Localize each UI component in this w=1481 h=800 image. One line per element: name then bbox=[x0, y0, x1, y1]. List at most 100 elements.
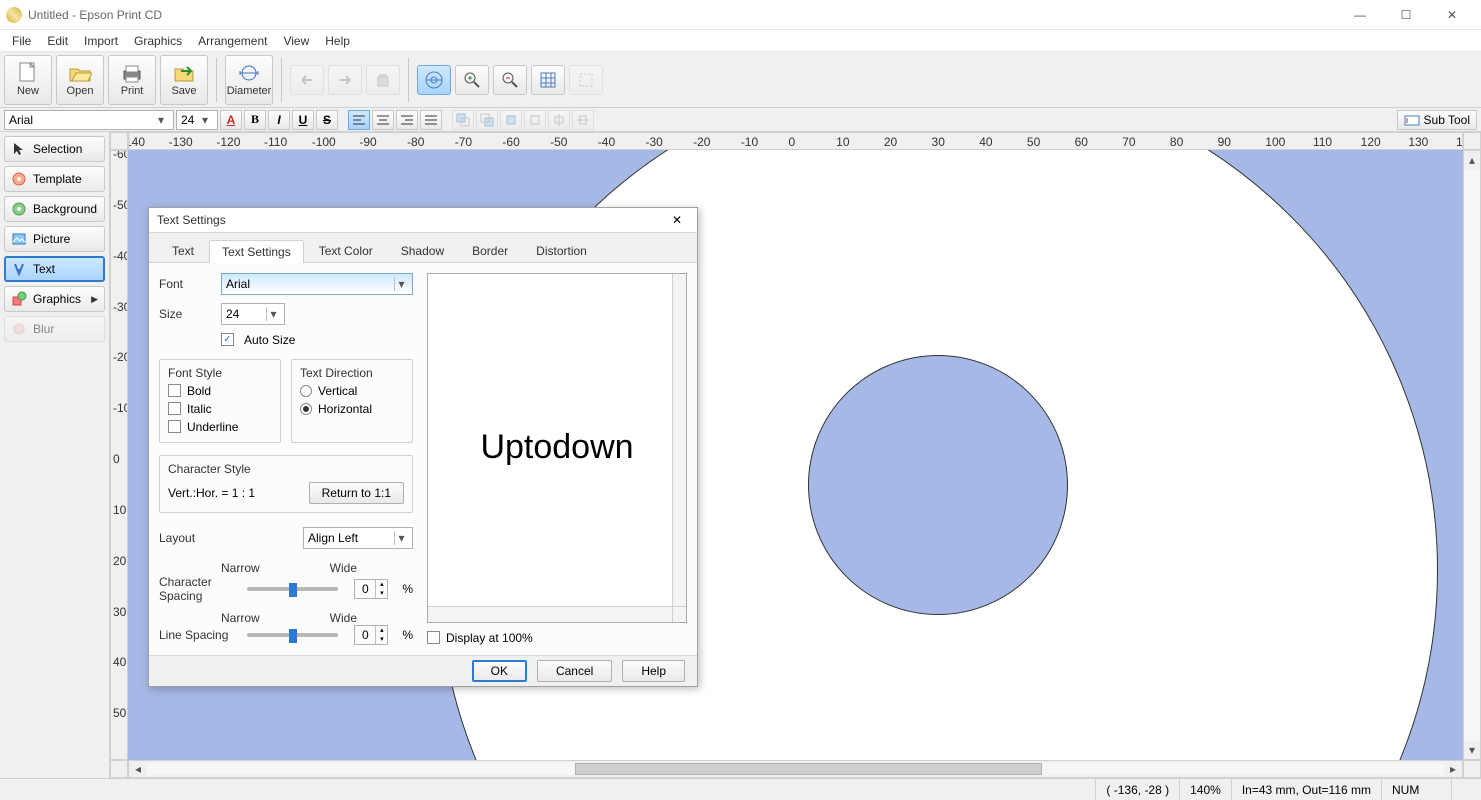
bold-button[interactable]: B bbox=[244, 110, 266, 130]
font-combo[interactable]: Arial ▾ bbox=[4, 110, 174, 130]
size-combo[interactable]: 24 ▾ bbox=[176, 110, 218, 130]
maximize-button[interactable]: ☐ bbox=[1383, 0, 1429, 30]
zoom-out-button[interactable] bbox=[493, 65, 527, 95]
scroll-track[interactable] bbox=[147, 763, 1444, 775]
send-back-button[interactable] bbox=[476, 110, 498, 130]
line-spacing-slider[interactable] bbox=[247, 633, 338, 637]
sidebar-item-template[interactable]: Template bbox=[4, 166, 105, 192]
align-right-button[interactable] bbox=[396, 110, 418, 130]
toolbar-separator bbox=[408, 58, 409, 102]
font-select[interactable]: Arial ▾ bbox=[221, 273, 413, 295]
delete-button[interactable] bbox=[366, 65, 400, 95]
italic-checkbox[interactable] bbox=[168, 402, 181, 415]
slider-knob[interactable] bbox=[289, 629, 297, 643]
scroll-right-arrow-icon[interactable]: ▸ bbox=[1444, 760, 1462, 778]
sidebar-item-selection[interactable]: Selection bbox=[4, 136, 105, 162]
diameter-icon bbox=[237, 63, 261, 83]
return-1-1-button[interactable]: Return to 1:1 bbox=[309, 482, 404, 504]
scroll-up-arrow-icon[interactable]: ▴ bbox=[1464, 151, 1480, 169]
menu-help[interactable]: Help bbox=[317, 32, 358, 50]
tab-shadow[interactable]: Shadow bbox=[388, 239, 457, 262]
dialog-close-button[interactable]: ✕ bbox=[665, 209, 689, 231]
preview-hscroll[interactable] bbox=[428, 606, 672, 622]
zoom-in-button[interactable] bbox=[455, 65, 489, 95]
bring-forward-button[interactable] bbox=[500, 110, 522, 130]
ok-button[interactable]: OK bbox=[472, 660, 527, 682]
open-button[interactable]: Open bbox=[56, 55, 104, 105]
display-100-checkbox[interactable] bbox=[427, 631, 440, 644]
align-justify-button[interactable] bbox=[420, 110, 442, 130]
spin-up-icon[interactable]: ▴ bbox=[375, 626, 387, 635]
bold-checkbox[interactable] bbox=[168, 384, 181, 397]
italic-button[interactable]: I bbox=[268, 110, 290, 130]
print-button[interactable]: Print bbox=[108, 55, 156, 105]
subtool-button[interactable]: Sub Tool bbox=[1397, 110, 1477, 130]
minimize-button[interactable]: — bbox=[1337, 0, 1383, 30]
zoom-disc-button[interactable] bbox=[417, 65, 451, 95]
autosize-checkbox[interactable]: ✓ bbox=[221, 333, 234, 346]
menu-view[interactable]: View bbox=[275, 32, 317, 50]
tab-border[interactable]: Border bbox=[459, 239, 521, 262]
size-select[interactable]: 24 ▾ bbox=[221, 303, 285, 325]
sidebar-item-background[interactable]: Background bbox=[4, 196, 105, 222]
sidebar-item-text[interactable]: Text bbox=[4, 256, 105, 282]
align-left-button[interactable] bbox=[348, 110, 370, 130]
spin-up-icon[interactable]: ▴ bbox=[375, 580, 387, 589]
size-combo-value: 24 bbox=[181, 113, 197, 127]
menu-import[interactable]: Import bbox=[76, 32, 126, 50]
underline-button[interactable]: U bbox=[292, 110, 314, 130]
horizontal-radio[interactable] bbox=[300, 403, 312, 415]
preview-vscroll[interactable] bbox=[672, 274, 686, 606]
diameter-button[interactable]: Diameter bbox=[225, 55, 273, 105]
sidebar-item-picture[interactable]: Picture bbox=[4, 226, 105, 252]
menu-edit[interactable]: Edit bbox=[39, 32, 76, 50]
vertical-radio[interactable] bbox=[300, 385, 312, 397]
new-icon bbox=[16, 63, 40, 83]
tab-text-settings[interactable]: Text Settings bbox=[209, 240, 304, 263]
save-button[interactable]: Save bbox=[160, 55, 208, 105]
menu-graphics[interactable]: Graphics bbox=[126, 32, 190, 50]
sidebar-item-graphics[interactable]: Graphics ▶ bbox=[4, 286, 105, 312]
underline-checkbox[interactable] bbox=[168, 420, 181, 433]
font-color-button[interactable]: A bbox=[220, 110, 242, 130]
font-label: Font bbox=[159, 277, 211, 291]
scroll-track[interactable] bbox=[1464, 169, 1480, 741]
menu-arrangement[interactable]: Arrangement bbox=[190, 32, 275, 50]
center-horiz-button[interactable] bbox=[548, 110, 570, 130]
cancel-button[interactable]: Cancel bbox=[537, 660, 612, 682]
sidebar-item-blur[interactable]: Blur bbox=[4, 316, 105, 342]
dialog-title-bar[interactable]: Text Settings ✕ bbox=[149, 208, 697, 233]
redo-button[interactable] bbox=[328, 65, 362, 95]
slider-knob[interactable] bbox=[289, 583, 297, 597]
spin-down-icon[interactable]: ▾ bbox=[375, 635, 387, 644]
spin-down-icon[interactable]: ▾ bbox=[375, 589, 387, 598]
center-vert-button[interactable] bbox=[572, 110, 594, 130]
scroll-left-arrow-icon[interactable]: ◂ bbox=[129, 760, 147, 778]
vertical-scrollbar[interactable]: ▴ ▾ bbox=[1463, 150, 1481, 760]
grid-button[interactable] bbox=[531, 65, 565, 95]
char-spacing-slider[interactable] bbox=[247, 587, 338, 591]
align-grid-button[interactable] bbox=[569, 65, 603, 95]
tab-distortion[interactable]: Distortion bbox=[523, 239, 600, 262]
align-center-button[interactable] bbox=[372, 110, 394, 130]
send-backward-button[interactable] bbox=[524, 110, 546, 130]
new-button[interactable]: New bbox=[4, 55, 52, 105]
underline-label: Underline bbox=[187, 420, 238, 434]
menu-file[interactable]: File bbox=[4, 32, 39, 50]
undo-button[interactable] bbox=[290, 65, 324, 95]
bring-front-button[interactable] bbox=[452, 110, 474, 130]
strike-button[interactable]: S bbox=[316, 110, 338, 130]
layout-select[interactable]: Align Left ▾ bbox=[303, 527, 413, 549]
tab-text[interactable]: Text bbox=[159, 239, 207, 262]
line-spacing-spin[interactable]: 0▴▾ bbox=[354, 625, 388, 645]
chevron-down-icon: ▾ bbox=[197, 113, 213, 127]
help-button[interactable]: Help bbox=[622, 660, 685, 682]
template-icon bbox=[11, 171, 27, 187]
scroll-thumb[interactable] bbox=[575, 763, 1042, 775]
horizontal-scrollbar[interactable]: ◂ ▸ bbox=[128, 760, 1463, 778]
tab-text-color[interactable]: Text Color bbox=[306, 239, 386, 262]
char-spacing-spin[interactable]: 0▴▾ bbox=[354, 579, 388, 599]
close-button[interactable]: ✕ bbox=[1429, 0, 1475, 30]
scroll-down-arrow-icon[interactable]: ▾ bbox=[1464, 741, 1480, 759]
title-bar: Untitled - Epson Print CD — ☐ ✕ bbox=[0, 0, 1481, 30]
